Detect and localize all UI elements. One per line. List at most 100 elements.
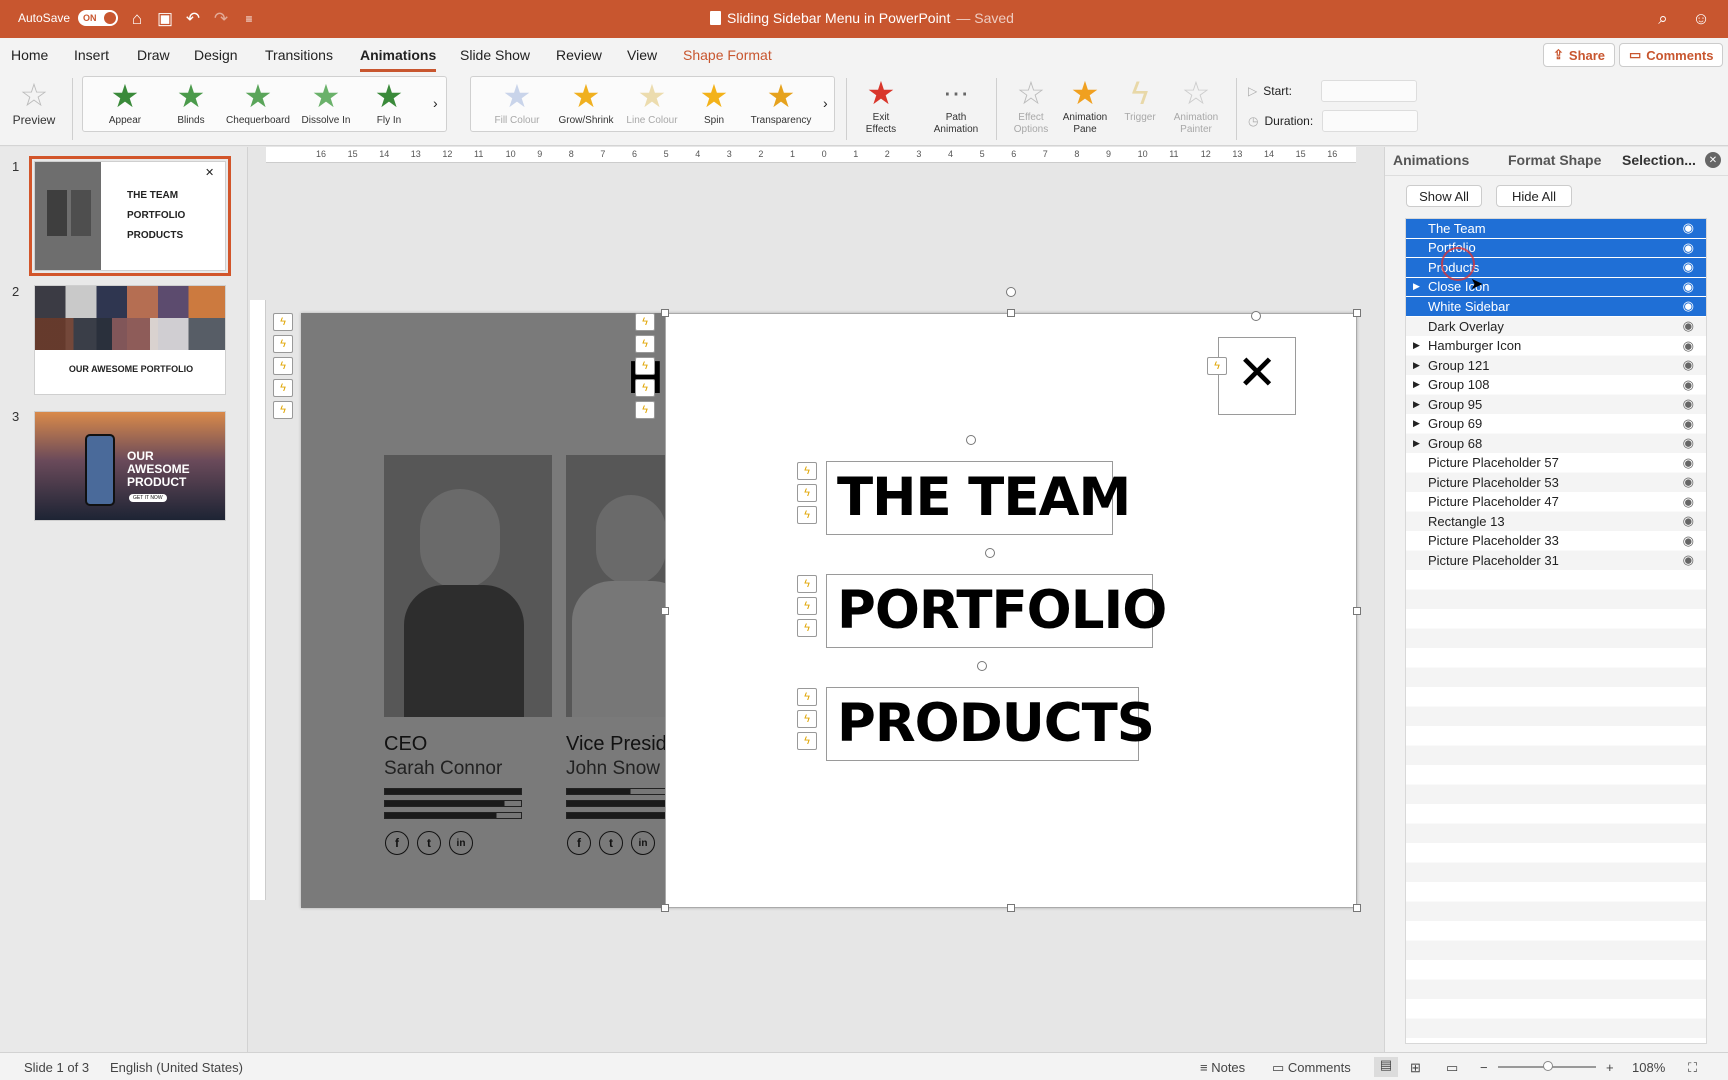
animation-marker-icon[interactable]: ϟ (797, 484, 817, 502)
selection-list-item[interactable]: ▶ Group 121 ◉ (1406, 356, 1706, 376)
selection-list-item[interactable]: The Team ◉ (1406, 219, 1706, 239)
trigger-button[interactable]: ϟ Trigger (1118, 76, 1162, 124)
gallery-more-icon[interactable]: › (823, 95, 828, 111)
resize-handle[interactable] (661, 904, 669, 912)
zoom-level[interactable]: 108% (1632, 1060, 1665, 1075)
redo-icon[interactable]: ↷ (208, 8, 234, 30)
menu-item-portfolio[interactable]: PORTFOLIO (837, 581, 1167, 641)
gallery-more-icon[interactable]: › (433, 95, 438, 111)
rotate-handle[interactable] (1006, 287, 1016, 297)
tab-transitions[interactable]: Transitions (265, 47, 333, 63)
tab-insert[interactable]: Insert (74, 47, 109, 63)
search-icon[interactable]: ⌕ (1650, 8, 1676, 30)
animation-marker-icon[interactable]: ϟ (1207, 357, 1227, 375)
resize-handle[interactable] (1353, 309, 1361, 317)
resize-handle[interactable] (1353, 904, 1361, 912)
zoom-slider-thumb[interactable] (1543, 1061, 1553, 1071)
home-icon[interactable]: ⌂ (124, 8, 150, 30)
hide-all-button[interactable]: Hide All (1496, 185, 1572, 207)
close-pane-icon[interactable]: ✕ (1705, 152, 1721, 168)
animation-painter-button[interactable]: ☆ Animation Painter (1168, 76, 1224, 136)
visibility-eye-icon[interactable]: ◉ (1683, 338, 1694, 354)
animation-marker-icon[interactable]: ϟ (797, 688, 817, 706)
visibility-eye-icon[interactable]: ◉ (1683, 513, 1694, 529)
visibility-eye-icon[interactable]: ◉ (1683, 533, 1694, 549)
close-icon[interactable]: ✕ (1237, 344, 1277, 404)
smiley-feedback-icon[interactable]: ☺ (1688, 8, 1714, 30)
selection-list-item[interactable]: ▶ Group 108 ◉ (1406, 375, 1706, 395)
tab-draw[interactable]: Draw (137, 47, 170, 63)
slide-thumbnail-2[interactable]: OUR AWESOME PORTFOLIO (34, 285, 226, 395)
visibility-eye-icon[interactable]: ◉ (1683, 377, 1694, 393)
animation-marker-icon[interactable]: ϟ (797, 710, 817, 728)
products-text-box[interactable]: PRODUCTS (826, 687, 1155, 761)
undo-icon[interactable]: ↶ (180, 8, 206, 30)
rotate-handle[interactable] (985, 548, 995, 558)
effect-blinds[interactable]: ★ Blinds (163, 79, 219, 127)
animation-marker-icon[interactable]: ϟ (797, 597, 817, 615)
resize-handle[interactable] (1353, 607, 1361, 615)
rotate-handle[interactable] (977, 661, 987, 671)
customize-toolbar-icon[interactable]: ≡ (236, 8, 262, 30)
resize-handle[interactable] (1007, 309, 1015, 317)
expand-arrow-icon[interactable]: ▶ (1413, 340, 1420, 351)
slide-thumbnail-1[interactable]: THE TEAM PORTFOLIO PRODUCTS ✕ (29, 156, 231, 276)
dark-overlay[interactable]: CEO Sarah Connor Vice Presid John Snow f… (301, 313, 665, 908)
animation-marker-icon[interactable]: ϟ (635, 313, 655, 331)
visibility-eye-icon[interactable]: ◉ (1683, 552, 1694, 568)
rotate-handle[interactable] (966, 435, 976, 445)
selection-list-item[interactable]: Dark Overlay ◉ (1406, 317, 1706, 337)
autosave-control[interactable]: AutoSave ON (18, 10, 119, 26)
effect-fly-in[interactable]: ★ Fly In (361, 79, 417, 127)
visibility-eye-icon[interactable]: ◉ (1683, 396, 1694, 412)
start-select[interactable] (1321, 80, 1418, 102)
show-all-button[interactable]: Show All (1406, 185, 1482, 207)
visibility-eye-icon[interactable]: ◉ (1683, 240, 1694, 256)
expand-arrow-icon[interactable]: ▶ (1413, 399, 1420, 410)
duration-field[interactable]: ◷ Duration: (1248, 110, 1419, 132)
share-button[interactable]: ⇪ Share (1543, 43, 1616, 67)
selection-list-item[interactable]: ▶ Group 68 ◉ (1406, 434, 1706, 454)
animation-marker-icon[interactable]: ϟ (635, 335, 655, 353)
effect-dissolve-in[interactable]: ★ Dissolve In (295, 79, 357, 127)
visibility-eye-icon[interactable]: ◉ (1683, 416, 1694, 432)
tab-design[interactable]: Design (194, 47, 238, 63)
portfolio-text-box[interactable]: PORTFOLIO (826, 574, 1167, 648)
visibility-eye-icon[interactable]: ◉ (1683, 474, 1694, 490)
animation-marker-icon[interactable]: ϟ (273, 357, 293, 375)
resize-handle[interactable] (661, 309, 669, 317)
fit-to-window-icon[interactable]: ⛶ (1688, 1060, 1697, 1076)
tab-home[interactable]: Home (11, 47, 48, 63)
exit-effects-button[interactable]: ★ Exit Effects (856, 76, 906, 136)
animation-marker-icon[interactable]: ϟ (273, 401, 293, 419)
resize-handle[interactable] (1007, 904, 1015, 912)
animation-marker-icon[interactable]: ϟ (635, 379, 655, 397)
animation-marker-icon[interactable]: ϟ (635, 357, 655, 375)
the-team-text-box[interactable]: THE TEAM (826, 461, 1131, 535)
animation-marker-icon[interactable]: ϟ (273, 313, 293, 331)
zoom-in-icon[interactable]: + (1606, 1060, 1614, 1075)
menu-item-the-team[interactable]: THE TEAM (837, 468, 1131, 528)
animation-marker-icon[interactable]: ϟ (797, 462, 817, 480)
selection-list-item[interactable]: Picture Placeholder 33 ◉ (1406, 531, 1706, 551)
selection-list-item[interactable]: White Sidebar ◉ (1406, 297, 1706, 317)
expand-arrow-icon[interactable]: ▶ (1413, 438, 1420, 449)
path-animation-button[interactable]: ⋯ Path Animation (926, 76, 986, 136)
saved-status[interactable]: — Saved (956, 10, 1014, 26)
animation-pane-button[interactable]: ★ Animation Pane (1058, 76, 1112, 136)
animation-marker-icon[interactable]: ϟ (273, 379, 293, 397)
pane-tab-animations[interactable]: Animations (1393, 152, 1469, 168)
tab-slide-show[interactable]: Slide Show (460, 47, 530, 63)
reading-view-icon[interactable]: ▭ (1446, 1060, 1458, 1076)
visibility-eye-icon[interactable]: ◉ (1683, 279, 1694, 295)
start-field[interactable]: ▷ Start: (1248, 80, 1418, 102)
effect-chequerboard[interactable]: ★ Chequerboard (223, 79, 293, 127)
duration-input[interactable] (1322, 110, 1419, 132)
selection-list-item[interactable]: Picture Placeholder 47 ◉ (1406, 492, 1706, 512)
effect-appear[interactable]: ★ Appear (97, 79, 153, 127)
close-icon-shape[interactable]: ✕ (1218, 337, 1296, 415)
effect-transparency[interactable]: ★ Transparency (743, 79, 819, 127)
animation-marker-icon[interactable]: ϟ (797, 575, 817, 593)
expand-arrow-icon[interactable]: ▶ (1413, 360, 1420, 371)
status-comments-button[interactable]: ▭ Comments (1272, 1060, 1351, 1076)
